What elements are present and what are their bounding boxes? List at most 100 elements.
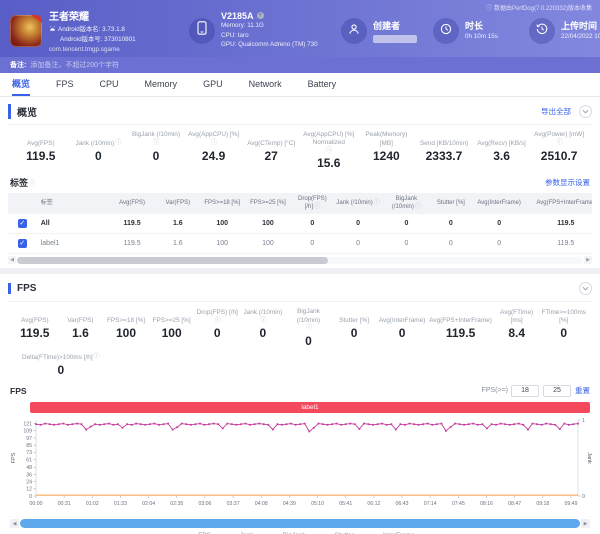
scroll-left-icon[interactable]: ◀ bbox=[8, 256, 16, 265]
tab[interactable]: FPS bbox=[56, 73, 74, 96]
column-header: Avg(InterFrame) bbox=[470, 193, 528, 215]
scroll-left-icon[interactable]: ◀ bbox=[10, 519, 19, 529]
info-icon[interactable]: ⓘ bbox=[153, 140, 159, 148]
overview-title: 概览 bbox=[8, 103, 37, 119]
info-icon[interactable]: ⓘ bbox=[415, 204, 421, 210]
stat-value: 0 bbox=[95, 149, 102, 163]
stat-item: Avg(AppCPU) [%] ⓘ 24.9 bbox=[188, 131, 240, 163]
cell-value: 0 bbox=[334, 233, 382, 255]
fps-section: FPS Avg(FPS)ⓘ 119.5 Var(FPS)ⓘ 1.6 bbox=[0, 274, 600, 534]
row-checkbox[interactable]: ✓ bbox=[17, 219, 27, 229]
collapse-overview-button[interactable] bbox=[579, 104, 592, 118]
stat-item: Avg(InterFrame)ⓘ 0 bbox=[378, 317, 426, 341]
device-info-badge[interactable]: ? bbox=[256, 12, 264, 20]
svg-text:36: 36 bbox=[26, 472, 32, 478]
svg-text:06:12: 06:12 bbox=[367, 501, 380, 507]
info-icon[interactable]: ⓘ bbox=[326, 148, 332, 156]
column-header: FPS>=25 [%] bbox=[245, 193, 291, 215]
fps-threshold-input-1[interactable] bbox=[511, 384, 539, 397]
info-icon[interactable]: ⓘ bbox=[306, 325, 312, 333]
svg-text:04:39: 04:39 bbox=[283, 501, 296, 507]
column-header: BigJank (/10min)ⓘ bbox=[381, 193, 432, 215]
stat-item: FTime>=100ms [%]ⓘ 0 bbox=[541, 308, 586, 341]
column-header: Avg(FPS+InterFrame) bbox=[527, 193, 592, 215]
reset-button[interactable]: 重置 bbox=[575, 385, 590, 396]
divider bbox=[8, 124, 592, 125]
fps-chart-title: FPS bbox=[10, 385, 27, 396]
stat-value: 0 bbox=[152, 149, 160, 163]
row-checkbox[interactable]: ✓ bbox=[17, 239, 27, 249]
fps-title: FPS bbox=[8, 282, 36, 294]
column-header: Stutter [%] bbox=[431, 193, 471, 215]
column-header: 标签 bbox=[36, 193, 108, 215]
row-label: All bbox=[36, 214, 108, 235]
scrollbar-thumb[interactable] bbox=[17, 256, 329, 264]
stat-item: Avg(FPS)ⓘ 119.5 bbox=[12, 131, 70, 170]
stat-value: 15.6 bbox=[317, 156, 341, 171]
app-version-name: Android版本名: 3.73.1.8 bbox=[58, 26, 125, 34]
info-icon[interactable]: ⓘ bbox=[260, 318, 266, 326]
range-thumb[interactable] bbox=[20, 519, 580, 529]
info-icon[interactable]: ⓘ bbox=[211, 140, 217, 148]
stat-item: Stutter [%]ⓘ 0 bbox=[331, 308, 377, 347]
column-header: FPS>=18 [%] bbox=[198, 193, 246, 215]
svg-text:97: 97 bbox=[26, 436, 32, 442]
creator-name-redacted bbox=[373, 34, 417, 43]
fps-threshold-label: FPS(>=) bbox=[481, 387, 508, 395]
column-header: Jank (/10min)ⓘ bbox=[334, 193, 382, 215]
info-icon[interactable]: ⓘ bbox=[29, 178, 35, 187]
cell-value: 0 bbox=[334, 214, 382, 235]
svg-text:121: 121 bbox=[23, 421, 32, 427]
cell-value: 100 bbox=[245, 214, 291, 235]
stat-value: 0 bbox=[560, 326, 568, 341]
scroll-right-icon[interactable]: ▶ bbox=[581, 519, 590, 529]
info-icon[interactable]: ⓘ bbox=[94, 354, 100, 362]
export-all-link[interactable]: 导出全部 bbox=[541, 106, 571, 117]
creator-label: 创建者 bbox=[373, 20, 401, 31]
svg-text:07:45: 07:45 bbox=[452, 501, 465, 507]
fps-threshold-input-2[interactable] bbox=[543, 384, 571, 397]
labels-table-title: 标签 bbox=[10, 178, 29, 189]
info-icon[interactable]: ⓘ bbox=[314, 204, 320, 210]
table-horizontal-scrollbar[interactable]: ◀ ▶ bbox=[8, 256, 592, 265]
game-app-icon bbox=[10, 14, 42, 47]
tab[interactable]: Memory bbox=[145, 73, 178, 96]
stat-item: Send [KB/10min]ⓘ 2333.7 bbox=[415, 131, 473, 170]
tab[interactable]: Network bbox=[249, 73, 282, 96]
parameter-display-settings-link[interactable]: 参数显示设置 bbox=[545, 177, 590, 188]
column-header: Drop(FPS) [/h]ⓘ bbox=[290, 193, 335, 215]
label1-annotation-band[interactable]: label1 bbox=[30, 401, 590, 413]
scroll-right-icon[interactable]: ▶ bbox=[584, 256, 592, 265]
tab[interactable]: GPU bbox=[203, 73, 223, 96]
svg-text:00:31: 00:31 bbox=[58, 501, 71, 507]
collector-version-note: ⓘ 数据由PerfDog(7.0.220332)版本收集 bbox=[486, 6, 592, 12]
creator-block: 创建者 bbox=[341, 17, 433, 44]
info-icon[interactable]: ⓘ bbox=[215, 318, 221, 326]
cell-value: 1.6 bbox=[156, 233, 199, 255]
svg-text:61: 61 bbox=[26, 457, 32, 463]
stat-value: 100 bbox=[161, 326, 182, 341]
table-row: ✓All119.51.610010000000119.58.400 bbox=[8, 214, 592, 235]
checkbox-column bbox=[8, 193, 37, 215]
info-icon[interactable]: ⓘ bbox=[557, 140, 563, 148]
tab[interactable]: Battery bbox=[308, 73, 337, 96]
svg-text:06:43: 06:43 bbox=[396, 501, 409, 507]
svg-text:85: 85 bbox=[26, 443, 32, 449]
svg-text:08:47: 08:47 bbox=[508, 501, 521, 507]
tab[interactable]: 概览 bbox=[12, 73, 31, 96]
collapse-fps-button[interactable] bbox=[579, 281, 592, 295]
svg-text:0: 0 bbox=[582, 494, 585, 500]
row-label: label1 bbox=[36, 233, 108, 255]
tab[interactable]: CPU bbox=[100, 73, 119, 96]
device-block: V2185A? Memory: 11.1G CPU: taro GPU: Qua… bbox=[189, 11, 339, 50]
stat-item: BigJank (/10min) ⓘ 0 bbox=[286, 308, 332, 347]
stat-value: 100 bbox=[116, 326, 137, 341]
overview-section: 概览 导出全部 Avg(FPS)ⓘ 119.5 Jank (/10min)ⓘ 0 bbox=[0, 97, 600, 269]
info-icon[interactable]: ⓘ bbox=[374, 200, 380, 206]
svg-text:02:35: 02:35 bbox=[170, 501, 183, 507]
device-memory: Memory: 11.1G bbox=[221, 21, 264, 29]
notes-bar[interactable]: 备注: 添加备注，不超过200个字符 bbox=[0, 57, 600, 73]
info-icon[interactable]: ⓘ bbox=[115, 140, 121, 148]
column-header: Var(FPS) bbox=[156, 193, 199, 215]
chart-range-scrollbar[interactable]: ◀ ▶ bbox=[10, 519, 590, 529]
